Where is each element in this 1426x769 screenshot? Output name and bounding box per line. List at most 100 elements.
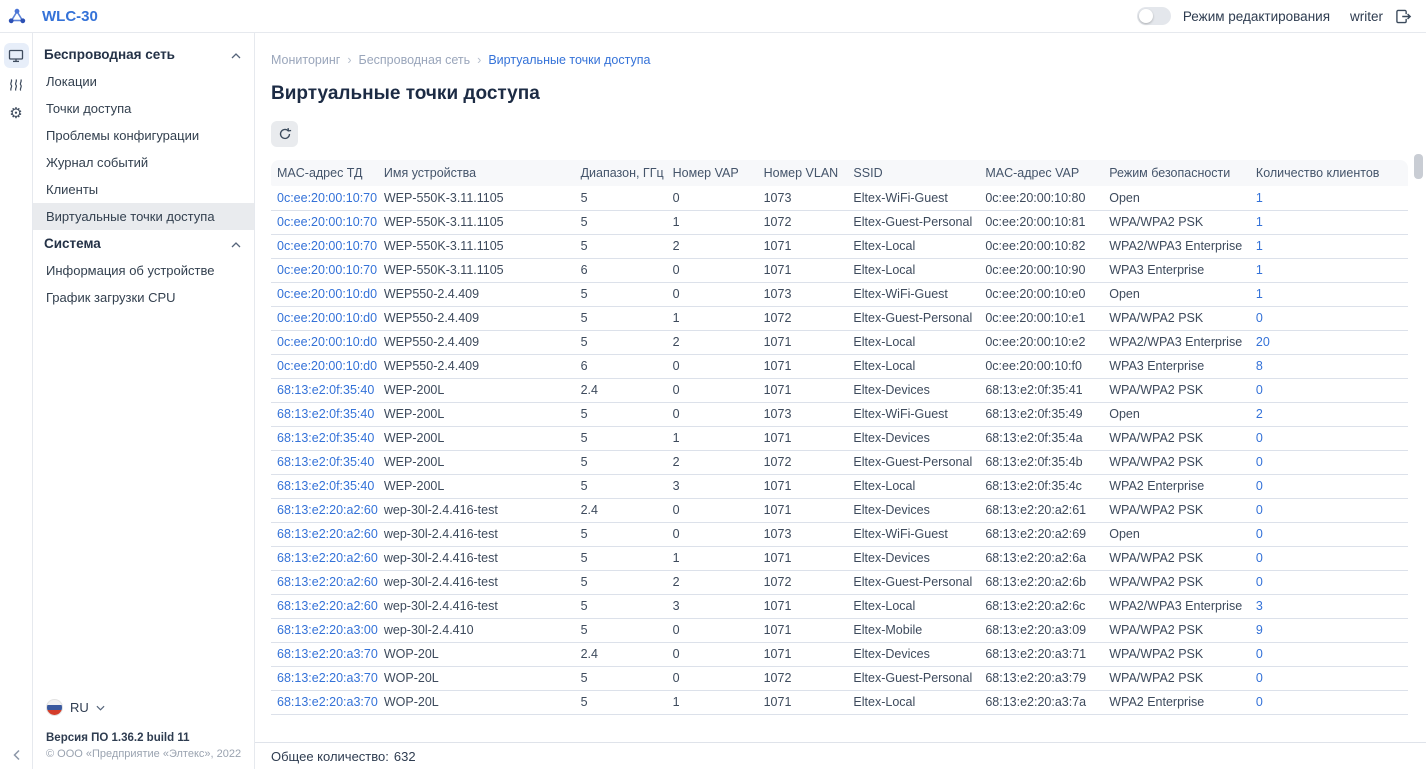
table-cell: 5 (575, 282, 667, 306)
clients-count-link[interactable]: 1 (1256, 215, 1263, 229)
sidebar-item[interactable]: Локации (33, 68, 254, 95)
ap-mac-link[interactable]: 68:13:e2:20:a2:60 (277, 527, 378, 541)
clients-count-link[interactable]: 0 (1256, 695, 1263, 709)
ap-mac-link[interactable]: 68:13:e2:0f:35:40 (277, 431, 374, 445)
table-cell: 68:13:e2:20:a3:70 (271, 690, 378, 714)
ap-mac-link[interactable]: 0c:ee:20:00:10:d0 (277, 335, 377, 349)
column-header[interactable]: Имя устройства (378, 160, 575, 186)
clients-count-link[interactable]: 0 (1256, 479, 1263, 493)
table-row: 0c:ee:20:00:10:70WEP-550K-3.11.110551107… (271, 210, 1408, 234)
logout-icon[interactable] (1395, 9, 1412, 24)
sidebar-item[interactable]: Виртуальные точки доступа (33, 203, 254, 230)
breadcrumb-item[interactable]: Виртуальные точки доступа (488, 53, 650, 67)
table-cell: 1071 (758, 690, 848, 714)
table-cell: WPA2/WPA3 Enterprise (1103, 330, 1250, 354)
sidebar-item[interactable]: Журнал событий (33, 149, 254, 176)
table-cell: WPA/WPA2 PSK (1103, 642, 1250, 666)
clients-count-link[interactable]: 0 (1256, 527, 1263, 541)
clients-count-link[interactable]: 1 (1256, 287, 1263, 301)
total-count-label: Общее количество: (271, 749, 389, 764)
rail-item-monitoring[interactable] (4, 43, 29, 68)
clients-count-link[interactable]: 0 (1256, 647, 1263, 661)
breadcrumb-item[interactable]: Мониторинг (271, 53, 340, 67)
breadcrumb-item[interactable]: Беспроводная сеть (359, 53, 471, 67)
clients-count-link[interactable]: 0 (1256, 383, 1263, 397)
ap-mac-link[interactable]: 68:13:e2:20:a2:60 (277, 575, 378, 589)
ap-mac-link[interactable]: 68:13:e2:0f:35:40 (277, 407, 374, 421)
clients-count-link[interactable]: 0 (1256, 311, 1263, 325)
ap-mac-link[interactable]: 68:13:e2:20:a2:60 (277, 599, 378, 613)
column-header[interactable]: Номер VAP (667, 160, 758, 186)
ap-mac-link[interactable]: 68:13:e2:20:a3:00 (277, 623, 378, 637)
edit-mode-toggle[interactable] (1137, 7, 1171, 25)
sidebar-item[interactable]: Информация об устройстве (33, 257, 254, 284)
sidebar-item[interactable]: Клиенты (33, 176, 254, 203)
clients-count-link[interactable]: 3 (1256, 599, 1263, 613)
column-header[interactable]: Номер VLAN (758, 160, 848, 186)
table-cell: 0c:ee:20:00:10:70 (271, 186, 378, 210)
ap-mac-link[interactable]: 0c:ee:20:00:10:d0 (277, 287, 377, 301)
ap-mac-link[interactable]: 0c:ee:20:00:10:70 (277, 239, 377, 253)
clients-count-link[interactable]: 1 (1256, 191, 1263, 205)
clients-count-link[interactable]: 8 (1256, 359, 1263, 373)
clients-count-link[interactable]: 0 (1256, 671, 1263, 685)
vertical-scrollbar-thumb[interactable] (1414, 154, 1423, 179)
ap-mac-link[interactable]: 68:13:e2:20:a2:60 (277, 551, 378, 565)
rail-item-access-points[interactable] (4, 72, 29, 97)
sidebar-item[interactable]: Точки доступа (33, 95, 254, 122)
column-header[interactable]: MAC-адрес ТД (271, 160, 378, 186)
chevron-up-icon (231, 242, 241, 248)
sidebar-section-header[interactable]: Система (33, 230, 254, 257)
clients-count-link[interactable]: 20 (1256, 335, 1270, 349)
ap-mac-link[interactable]: 68:13:e2:20:a3:70 (277, 695, 378, 709)
column-header[interactable]: Количество клиентов (1250, 160, 1408, 186)
table-cell: 68:13:e2:20:a2:6c (979, 594, 1103, 618)
ap-mac-link[interactable]: 0c:ee:20:00:10:d0 (277, 359, 377, 373)
chevron-down-icon (96, 705, 105, 711)
ap-mac-link[interactable]: 0c:ee:20:00:10:70 (277, 191, 377, 205)
table-cell: Eltex-Guest-Personal (847, 210, 979, 234)
table-cell: WPA2 Enterprise (1103, 690, 1250, 714)
clients-count-link[interactable]: 1 (1256, 239, 1263, 253)
clients-count-link[interactable]: 0 (1256, 551, 1263, 565)
clients-count-link[interactable]: 0 (1256, 431, 1263, 445)
ap-mac-link[interactable]: 68:13:e2:20:a3:70 (277, 647, 378, 661)
ap-mac-link[interactable]: 68:13:e2:20:a3:70 (277, 671, 378, 685)
sidebar-section-header[interactable]: Беспроводная сеть (33, 41, 254, 68)
sidebar-section-label: Система (44, 236, 101, 251)
clients-count-link[interactable]: 9 (1256, 623, 1263, 637)
ap-mac-link[interactable]: 68:13:e2:20:a2:60 (277, 503, 378, 517)
ap-mac-link[interactable]: 68:13:e2:0f:35:40 (277, 479, 374, 493)
ap-mac-link[interactable]: 0c:ee:20:00:10:70 (277, 263, 377, 277)
language-selector[interactable]: RU (46, 699, 244, 716)
table-cell: 1 (667, 306, 758, 330)
table-cell: Eltex-Guest-Personal (847, 570, 979, 594)
refresh-button[interactable] (271, 121, 298, 147)
antenna-waves-icon (9, 78, 23, 92)
clients-count-link[interactable]: 0 (1256, 455, 1263, 469)
column-header[interactable]: MAC-адрес VAP (979, 160, 1103, 186)
clients-count-link[interactable]: 0 (1256, 575, 1263, 589)
table-cell: 0 (667, 402, 758, 426)
table-cell: WPA/WPA2 PSK (1103, 426, 1250, 450)
sidebar-collapse-button[interactable] (0, 749, 33, 761)
column-header[interactable]: SSID (847, 160, 979, 186)
table-cell: 68:13:e2:0f:35:40 (271, 402, 378, 426)
table-row: 68:13:e2:20:a3:00wep-30l-2.4.410501071El… (271, 618, 1408, 642)
rail-item-settings[interactable]: ⚙ (4, 101, 29, 126)
ap-mac-link[interactable]: 0c:ee:20:00:10:70 (277, 215, 377, 229)
table-cell: 1073 (758, 282, 848, 306)
clients-count-link[interactable]: 2 (1256, 407, 1263, 421)
ap-mac-link[interactable]: 68:13:e2:0f:35:40 (277, 455, 374, 469)
column-header[interactable]: Режим безопасности (1103, 160, 1250, 186)
table-cell: 1 (1250, 210, 1408, 234)
ap-mac-link[interactable]: 68:13:e2:0f:35:40 (277, 383, 374, 397)
clients-count-link[interactable]: 1 (1256, 263, 1263, 277)
clients-count-link[interactable]: 0 (1256, 503, 1263, 517)
sidebar-item[interactable]: График загрузки CPU (33, 284, 254, 311)
ap-mac-link[interactable]: 0c:ee:20:00:10:d0 (277, 311, 377, 325)
table-cell: 1 (1250, 258, 1408, 282)
column-header[interactable]: Диапазон, ГГц (575, 160, 667, 186)
table-cell: Eltex-Local (847, 354, 979, 378)
sidebar-item[interactable]: Проблемы конфигурации (33, 122, 254, 149)
